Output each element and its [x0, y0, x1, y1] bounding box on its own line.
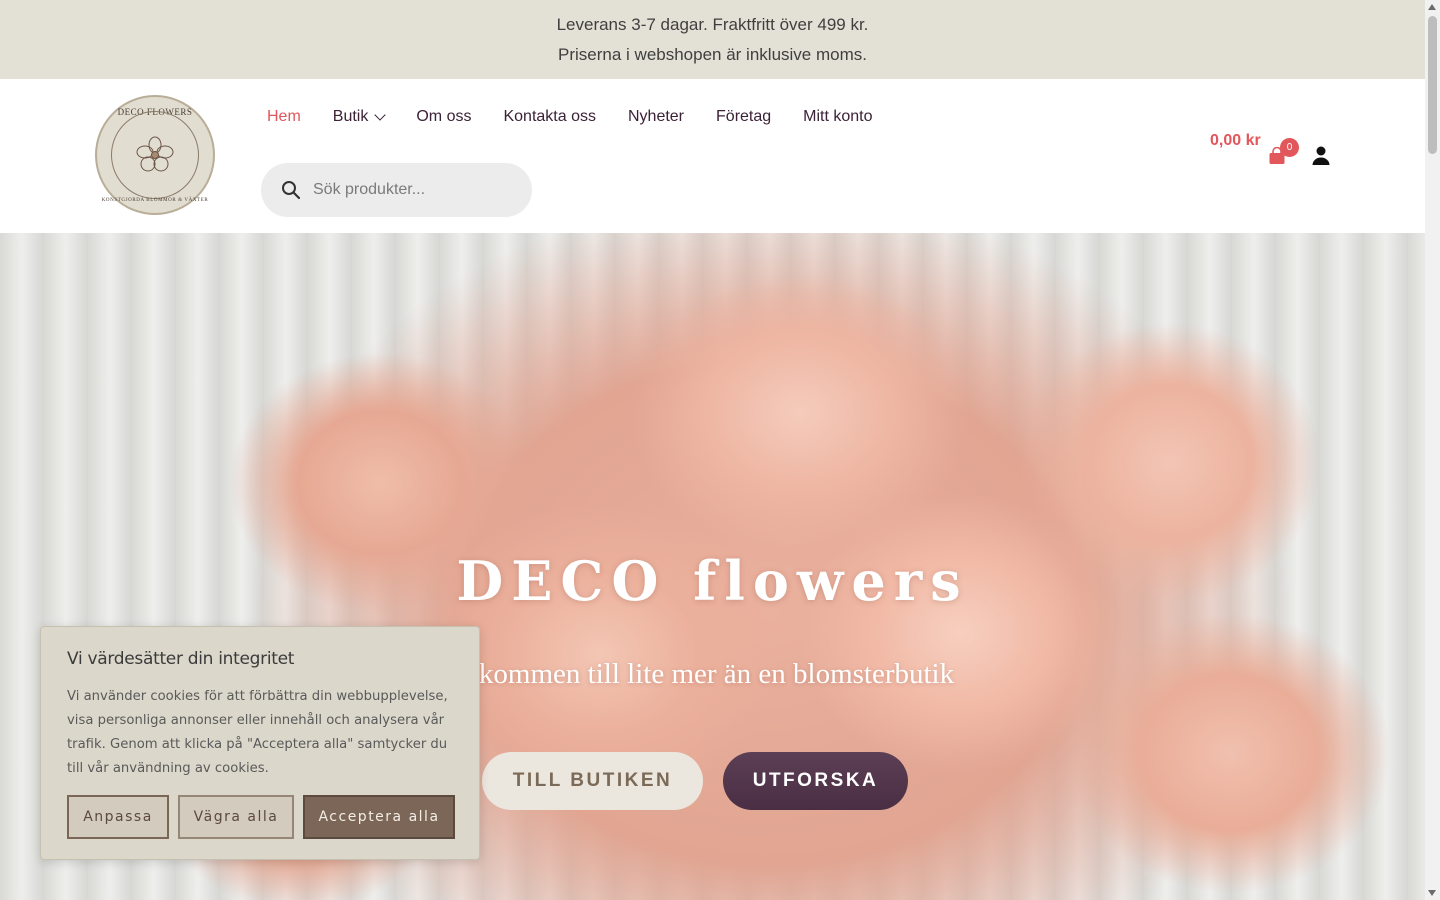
- user-icon[interactable]: [1311, 145, 1331, 165]
- utforska-button[interactable]: UTFORSKA: [723, 752, 908, 810]
- accept-all-button[interactable]: Acceptera alla: [303, 795, 455, 839]
- cart-total[interactable]: 0,00 kr: [1210, 119, 1262, 162]
- announcement-shipping: Leverans 3-7 dagar. Fraktfritt över 499 …: [556, 14, 869, 34]
- reject-all-button[interactable]: Vägra alla: [178, 795, 294, 839]
- search-icon[interactable]: [281, 180, 301, 200]
- nav-item-butik[interactable]: Butik: [332, 108, 387, 126]
- site-header: DECO FLOWERS KONSTGJORDA BLOMMOR & VÄXTE…: [0, 79, 1425, 233]
- announcement-vat: Priserna i webshopen är inklusive moms.: [558, 44, 867, 64]
- nav-item-label: Kontakta oss: [503, 108, 596, 125]
- cart-count-badge: 0: [1280, 138, 1299, 157]
- chevron-down-icon: [374, 109, 387, 121]
- cookie-text: Vi använder cookies för att förbättra di…: [67, 689, 448, 776]
- nav-item-label: Mitt konto: [803, 108, 873, 125]
- search-input[interactable]: [313, 181, 513, 199]
- scroll-down-arrow-icon[interactable]: [1428, 890, 1436, 896]
- nav-item-label: Butik: [332, 108, 369, 125]
- scroll-up-arrow-icon[interactable]: [1428, 4, 1436, 10]
- nav-item-kontakta-oss[interactable]: Kontakta oss: [503, 108, 596, 126]
- cookie-title: Vi värdesätter din integritet: [67, 649, 295, 669]
- nav-item-om-oss[interactable]: Om oss: [416, 108, 471, 126]
- nav-item-label: Nyheter: [627, 108, 685, 125]
- cookie-consent-banner: Vi värdesätter din integritet Vi använde…: [40, 626, 480, 860]
- nav-item-label: Företag: [716, 108, 772, 125]
- page-scrollbar[interactable]: [1425, 0, 1440, 900]
- nav-item-label: Hem: [267, 108, 301, 125]
- nav-item-hem[interactable]: Hem: [267, 108, 301, 126]
- nav-item-mitt-konto[interactable]: Mitt konto: [803, 108, 872, 126]
- main-navigation: Hem Butik Om oss Kontakta oss Nyheter Fö…: [267, 108, 873, 126]
- product-search: [261, 163, 532, 217]
- logo-subtitle: KONSTGJORDA BLOMMOR & VÄXTER: [101, 198, 209, 203]
- till-butiken-button[interactable]: TILL BUTIKEN: [482, 752, 703, 810]
- nav-item-nyheter[interactable]: Nyheter: [628, 108, 684, 126]
- nav-item-foretag[interactable]: Företag: [716, 108, 771, 126]
- nav-item-label: Om oss: [416, 108, 472, 125]
- cookie-actions: Anpassa Vägra alla Acceptera alla: [67, 795, 455, 839]
- site-logo[interactable]: DECO FLOWERS KONSTGJORDA BLOMMOR & VÄXTE…: [95, 95, 215, 215]
- hero-title: DECO flowers: [456, 549, 969, 613]
- announcement-bar: Leverans 3-7 dagar. Fraktfritt över 499 …: [0, 0, 1425, 79]
- flower-icon: [136, 136, 174, 172]
- scrollbar-thumb[interactable]: [1428, 16, 1437, 154]
- customize-button[interactable]: Anpassa: [67, 795, 169, 839]
